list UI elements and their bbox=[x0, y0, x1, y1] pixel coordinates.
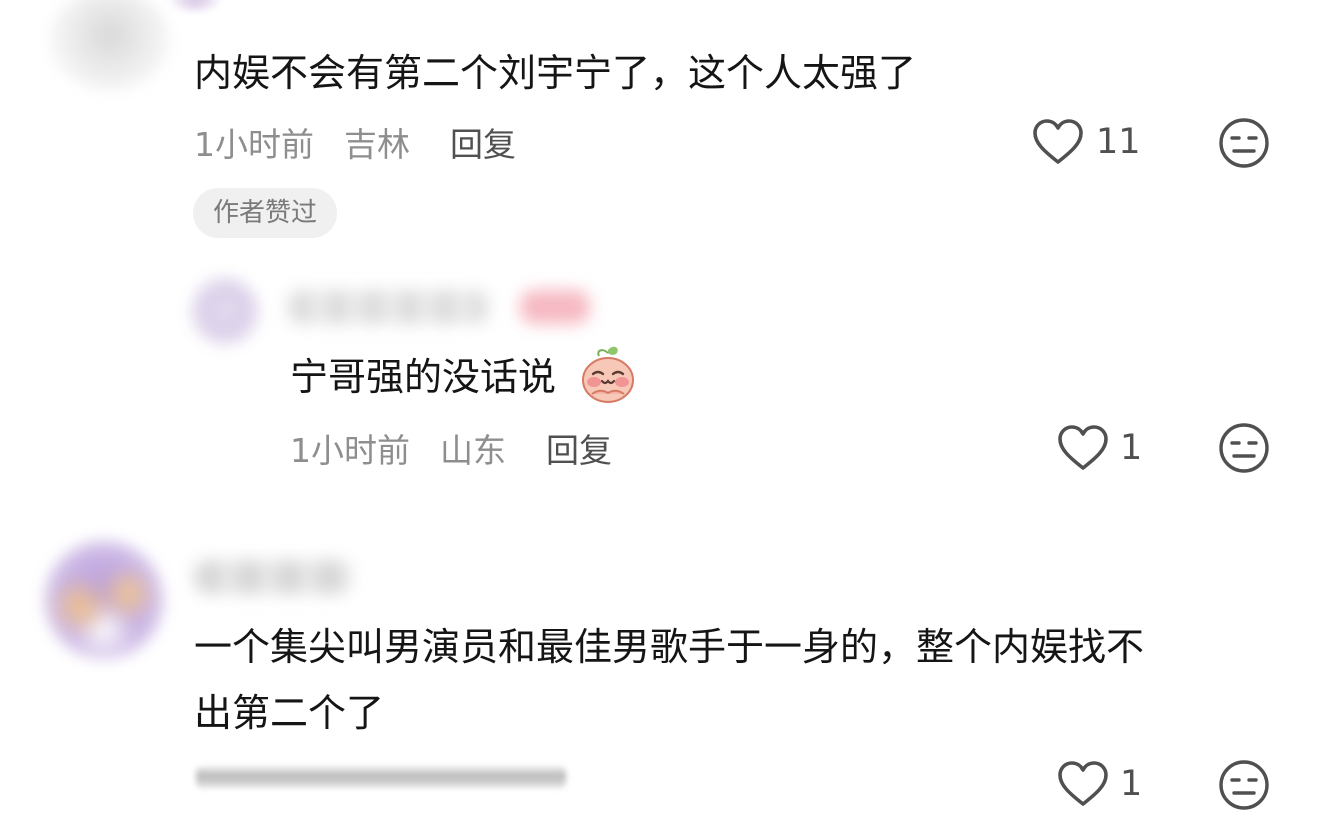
blushing-peach-emoji bbox=[582, 346, 634, 403]
heart-outline-icon[interactable] bbox=[1032, 118, 1084, 166]
avatar-partial[interactable] bbox=[170, 0, 220, 10]
comment-text-line: 出第二个了 bbox=[194, 691, 385, 735]
unamused-face-icon[interactable] bbox=[1218, 422, 1270, 474]
user-tag-badge bbox=[520, 290, 590, 324]
comment-meta-obscured bbox=[196, 766, 566, 788]
reply-button[interactable]: 回复 bbox=[546, 424, 612, 472]
like-count: 1 bbox=[1120, 428, 1143, 468]
avatar[interactable] bbox=[50, 0, 170, 90]
heart-outline-icon[interactable] bbox=[1057, 424, 1109, 472]
comment-text: 宁哥强的没话说 bbox=[290, 355, 557, 399]
unamused-face-icon[interactable] bbox=[1218, 759, 1270, 811]
avatar[interactable] bbox=[190, 276, 260, 346]
like-count: 1 bbox=[1120, 764, 1143, 804]
comment-time: 1小时前 bbox=[290, 431, 410, 470]
username[interactable] bbox=[194, 560, 354, 594]
comment-text-line: 一个集尖叫男演员和最佳男歌手于一身的，整个内娱找不 bbox=[194, 625, 1145, 669]
unamused-face-icon[interactable] bbox=[1218, 117, 1270, 169]
like-count: 11 bbox=[1096, 122, 1141, 162]
avatar[interactable] bbox=[44, 540, 164, 660]
comment-time: 1小时前 bbox=[194, 125, 314, 164]
reply-button[interactable]: 回复 bbox=[450, 118, 516, 166]
comment-location: 山东 bbox=[440, 431, 506, 470]
comment-text: 内娱不会有第二个刘宇宁了，这个人太强了 bbox=[194, 51, 917, 95]
comment-location: 吉林 bbox=[344, 125, 410, 164]
author-liked-badge: 作者赞过 bbox=[193, 188, 338, 238]
heart-outline-icon[interactable] bbox=[1057, 760, 1109, 808]
username[interactable] bbox=[288, 290, 488, 324]
